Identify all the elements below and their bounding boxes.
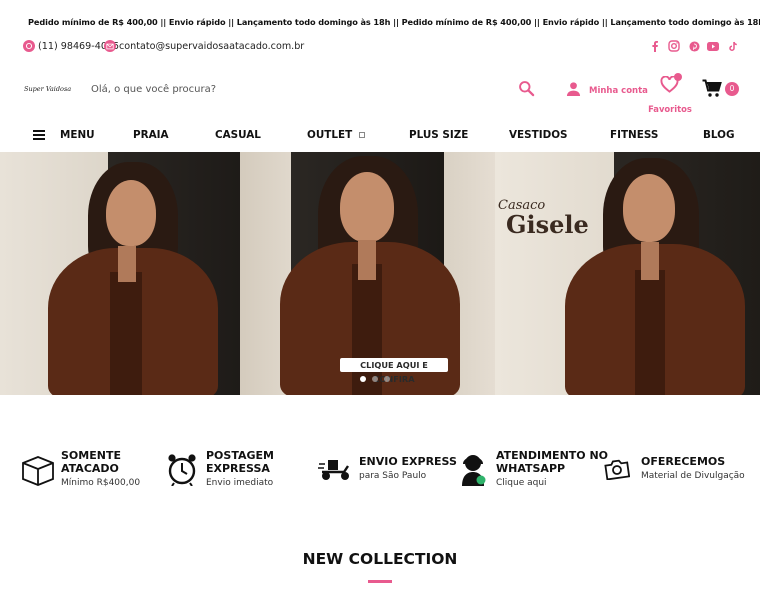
camera-icon [604,458,638,492]
site-logo[interactable]: Super Vaidosa [24,85,71,93]
support-agent-icon [458,452,492,486]
promo-ticker: Pedido mínimo de R$ 400,00 || Envio rápi… [0,0,760,34]
email-contact[interactable]: contato@supervaidosaatacado.com.br [104,40,304,52]
account-label: Minha conta [589,85,648,96]
site-header: Super Vaidosa Minha conta Favoritos 0 [0,60,760,118]
facebook-icon[interactable] [649,40,661,52]
hero-title-big: Gisele [506,210,589,239]
carousel-dot[interactable] [384,376,390,382]
carousel-dots [360,376,390,382]
nav-item-outlet[interactable]: OUTLET [307,129,365,141]
favorites-badge [674,73,682,81]
nav-menu[interactable]: MENU [60,129,95,141]
feature-subtitle: Mínimo R$400,00 [61,478,141,488]
feature-title: OFERECEMOS [641,455,726,468]
search-icon[interactable] [518,80,536,98]
nav-item-fitness[interactable]: FITNESS [610,129,658,141]
outlet-glyph-icon [358,132,365,138]
hero-cta-button[interactable]: CLIQUE AQUI E CONFIRA [340,358,448,384]
cart-link[interactable]: 0 [702,79,742,99]
email-address: contato@supervaidosaatacado.com.br [119,40,305,52]
section-title: NEW COLLECTION [302,550,458,568]
mail-icon [104,40,116,52]
nav-item-praia[interactable]: PRAIA [133,129,169,141]
feature-subtitle: Material de Divulgação [641,471,745,481]
carousel-dot[interactable] [360,376,366,382]
account-link[interactable]: Minha conta [566,81,648,100]
feature-subtitle[interactable]: Clique aqui [496,478,547,488]
contact-bar: (11) 98469-4055 contato@supervaidosaatac… [0,34,760,60]
nav-item-outlet-label: OUTLET [307,129,353,141]
carousel-dot[interactable] [372,376,378,382]
feature-title: ENVIO EXPRESS [359,455,457,468]
youtube-icon[interactable] [707,40,719,52]
feature-title: POSTAGEM EXPRESSA [206,449,274,475]
feature-title: SOMENTE ATACADO [61,449,121,475]
favorites-link[interactable]: Favoritos [648,73,692,114]
delivery-scooter-icon [318,456,352,490]
section-underline [368,580,392,583]
hamburger-icon[interactable] [33,130,45,140]
feature-subtitle: Envio imediato [206,478,274,488]
instagram-icon[interactable] [668,40,680,52]
box-icon [21,454,55,488]
cart-icon [702,79,722,102]
search-input[interactable] [82,77,502,102]
feature-subtitle: para São Paulo [359,471,427,481]
user-icon [566,81,581,100]
nav-item-plus-size[interactable]: PLUS SIZE [409,129,468,141]
features-strip: SOMENTE ATACADO Mínimo R$400,00 POSTAGEM E… [0,440,760,500]
whatsapp-icon [23,40,35,52]
cart-count-badge: 0 [725,82,739,96]
nav-item-casual[interactable]: CASUAL [215,129,261,141]
ticker-text: Pedido mínimo de R$ 400,00 || Envio rápi… [28,17,760,27]
feature-title: ATENDIMENTO NO WHATSAPP [496,449,609,475]
hero-photo-left [0,152,240,395]
hero-photo-right [495,152,760,395]
main-nav: MENU PRAIA CASUAL OUTLET PLUS SIZE VESTI… [0,118,760,152]
favorites-label: Favoritos [648,104,692,114]
tiktok-icon[interactable] [727,40,739,52]
alarm-clock-icon [166,452,200,487]
pinterest-icon[interactable] [688,40,700,52]
nav-item-vestidos[interactable]: VESTIDOS [509,129,568,141]
nav-item-blog[interactable]: BLOG [703,129,735,141]
search-bar [82,77,542,102]
